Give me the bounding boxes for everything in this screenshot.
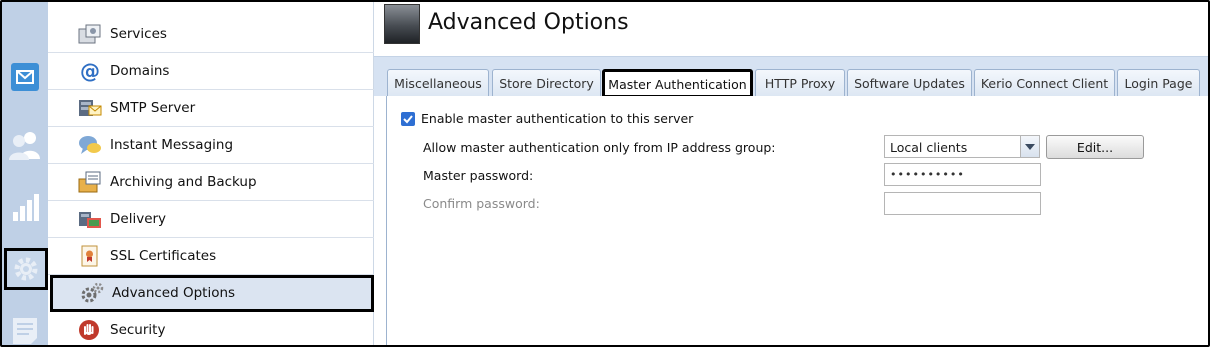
ip-group-label: Allow master authentication only from IP… [423,140,776,155]
nav-item-label: Advanced Options [112,285,236,301]
nav-item-archiving-and-backup[interactable]: Archiving and Backup [48,164,374,201]
app-window: Services @ Domains SMTP Server Instant M… [0,0,1210,347]
nav-item-services[interactable]: Services [48,16,374,53]
nav-item-label: Delivery [110,211,167,227]
confirm-password-label: Confirm password: [423,196,540,211]
logs-icon[interactable] [6,312,44,345]
svg-text:@: @ [80,60,100,82]
mail-icon[interactable] [6,58,44,96]
smtp-icon [78,97,102,119]
edit-ip-group-button[interactable]: Edit... [1046,135,1144,159]
master-password-label: Master password: [423,168,534,183]
tab-master-authentication[interactable]: Master Authentication [602,69,753,98]
master-password-field[interactable]: •••••••••• [884,163,1041,186]
enable-master-auth-label[interactable]: Enable master authentication to this ser… [421,111,693,126]
services-icon [78,23,102,45]
tab-software-updates[interactable]: Software Updates [847,69,972,96]
nav-item-domains[interactable]: @ Domains [48,53,374,90]
page-title: Advanced Options [428,10,629,35]
settings-nav: Services @ Domains SMTP Server Instant M… [48,2,374,345]
tab-kerio-connect-client[interactable]: Kerio Connect Client [974,69,1115,96]
chevron-down-icon[interactable] [1020,136,1039,157]
archive-icon [78,171,102,193]
nav-item-security[interactable]: Security [48,312,374,345]
nav-item-label: Archiving and Backup [110,174,257,190]
certificate-icon [78,245,102,267]
stop-hand-icon [78,319,102,341]
nav-item-label: Domains [110,63,170,79]
nav-item-ssl-certificates[interactable]: SSL Certificates [48,238,374,275]
master-authentication-form: Enable master authentication to this ser… [386,96,1208,345]
main-panel: Advanced Options Miscellaneous Store Dir… [374,2,1208,345]
ip-group-select[interactable]: Local clients [884,135,1040,158]
gears-icon [80,282,104,304]
tab-bar: Miscellaneous Store Directory Master Aut… [374,56,1208,98]
nav-item-label: Security [110,322,166,338]
nav-item-label: SMTP Server [110,100,196,116]
at-icon: @ [78,59,102,83]
nav-item-smtp-server[interactable]: SMTP Server [48,90,374,127]
nav-item-label: Instant Messaging [110,137,234,153]
ip-group-value: Local clients [890,140,968,155]
nav-item-label: Services [110,26,167,42]
icon-rail [2,2,48,345]
statistics-icon[interactable] [6,188,44,226]
users-icon[interactable] [6,126,44,164]
tab-login-page[interactable]: Login Page [1117,69,1200,96]
tab-store-directory[interactable]: Store Directory [492,69,601,96]
nav-item-label: SSL Certificates [110,248,217,264]
tab-http-proxy[interactable]: HTTP Proxy [755,69,845,96]
nav-item-delivery[interactable]: Delivery [48,201,374,238]
tab-miscellaneous[interactable]: Miscellaneous [387,69,489,96]
chat-icon [78,134,102,156]
enable-master-auth-checkbox[interactable] [401,112,415,126]
configuration-icon[interactable] [4,248,48,290]
delivery-icon [78,208,102,230]
nav-item-instant-messaging[interactable]: Instant Messaging [48,127,374,164]
checkmark-icon [403,115,413,124]
section-header-image [384,4,420,44]
confirm-password-field[interactable] [884,192,1041,215]
nav-item-advanced-options[interactable]: Advanced Options [50,275,374,312]
